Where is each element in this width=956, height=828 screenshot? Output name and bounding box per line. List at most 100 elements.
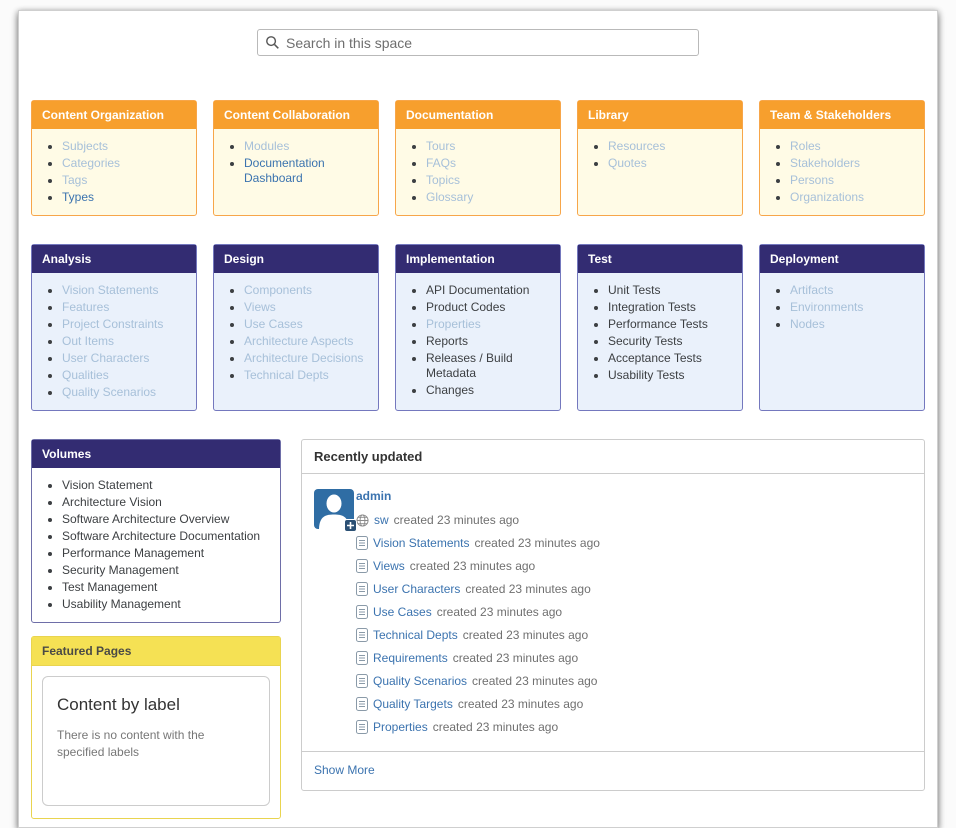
panel-list-item: Releases / Build Metadata bbox=[426, 350, 560, 382]
panel-list: Resources Quotes bbox=[578, 138, 742, 172]
panel-list: Vision Statements Features Project Const… bbox=[32, 282, 196, 401]
page-link[interactable]: Environments bbox=[790, 300, 863, 314]
panel-list-item: Security Management bbox=[62, 562, 280, 579]
recent-page-link[interactable]: Vision Statements bbox=[373, 536, 470, 550]
page-link[interactable]: Use Cases bbox=[244, 317, 303, 331]
panel-list-item: Product Codes bbox=[426, 299, 560, 316]
page-link[interactable]: Quality Scenarios bbox=[62, 385, 156, 399]
page-icon bbox=[356, 536, 368, 550]
panel-list-item: Environments bbox=[790, 299, 924, 316]
entry-meta: created 23 minutes ago bbox=[465, 582, 590, 596]
panel-list-item: Out Items bbox=[62, 333, 196, 350]
page-link[interactable]: Out Items bbox=[62, 334, 114, 348]
recent-page-link[interactable]: User Characters bbox=[373, 582, 460, 596]
page-link[interactable]: Features bbox=[62, 300, 109, 314]
page-icon bbox=[356, 582, 368, 596]
recently-updated-panel: Recently updated admin bbox=[301, 439, 925, 791]
recent-page-link[interactable]: Quality Targets bbox=[373, 697, 453, 711]
panel-list-item: Glossary bbox=[426, 189, 560, 206]
recent-page-link[interactable]: sw bbox=[374, 513, 389, 527]
panel-list-item: Reports bbox=[426, 333, 560, 350]
page-link[interactable]: Categories bbox=[62, 156, 120, 170]
user-link[interactable]: admin bbox=[356, 489, 391, 503]
avatar[interactable] bbox=[314, 489, 354, 529]
show-more-link[interactable]: Show More bbox=[314, 763, 375, 777]
page-link[interactable]: Properties bbox=[426, 317, 481, 331]
panel-list-item: Vision Statement bbox=[62, 477, 280, 494]
page-link[interactable]: Qualities bbox=[62, 368, 109, 382]
page-link[interactable]: FAQs bbox=[426, 156, 456, 170]
panel-list-item: Performance Management bbox=[62, 545, 280, 562]
item-text: Security Management bbox=[62, 563, 179, 577]
recent-entry: Quality Scenarios created 23 minutes ago bbox=[356, 674, 912, 688]
panel-title: Content Organization bbox=[32, 101, 196, 129]
search-input[interactable] bbox=[257, 29, 699, 56]
recent-page-link[interactable]: Views bbox=[373, 559, 405, 573]
recently-updated-body: admin sw created 23 minutes ago Vision S… bbox=[302, 474, 924, 745]
entry-meta: created 23 minutes ago bbox=[453, 651, 578, 665]
page-link[interactable]: Roles bbox=[790, 139, 821, 153]
recent-entry: sw created 23 minutes ago bbox=[356, 513, 912, 527]
recent-page-link[interactable]: Requirements bbox=[373, 651, 448, 665]
page-link[interactable]: Nodes bbox=[790, 317, 825, 331]
search-bar bbox=[257, 29, 699, 56]
page-link[interactable]: Components bbox=[244, 283, 312, 297]
panel-list-item: Acceptance Tests bbox=[608, 350, 742, 367]
space-dashboard: Content Organization Subjects Categories… bbox=[18, 10, 938, 828]
page-icon bbox=[356, 628, 368, 642]
item-text: API Documentation bbox=[426, 283, 529, 297]
page-link[interactable]: Technical Depts bbox=[244, 368, 329, 382]
panel-list-item: Usability Tests bbox=[608, 367, 742, 384]
page-link[interactable]: User Characters bbox=[62, 351, 149, 365]
page-link[interactable]: Persons bbox=[790, 173, 834, 187]
item-text: Software Architecture Overview bbox=[62, 512, 229, 526]
panel-list-item: Features bbox=[62, 299, 196, 316]
item-text: Architecture Vision bbox=[62, 495, 162, 509]
page-link[interactable]: Resources bbox=[608, 139, 665, 153]
panel-list: Vision Statement Architecture Vision Sof… bbox=[32, 477, 280, 613]
entry-meta: created 23 minutes ago bbox=[437, 605, 562, 619]
panel-list-item: Performance Tests bbox=[608, 316, 742, 333]
item-text: Usability Management bbox=[62, 597, 181, 611]
page-link[interactable]: Vision Statements bbox=[62, 283, 159, 297]
entry-meta: created 23 minutes ago bbox=[475, 536, 600, 550]
recent-page-link[interactable]: Properties bbox=[373, 720, 428, 734]
page-link[interactable]: Views bbox=[244, 300, 276, 314]
panel-list-item: Topics bbox=[426, 172, 560, 189]
panel-title: Documentation bbox=[396, 101, 560, 129]
recent-entry: Quality Targets created 23 minutes ago bbox=[356, 697, 912, 711]
recent-page-link[interactable]: Use Cases bbox=[373, 605, 432, 619]
panel-list: Subjects Categories Tags Types bbox=[32, 138, 196, 206]
panel-list-item: Security Tests bbox=[608, 333, 742, 350]
recent-page-link[interactable]: Quality Scenarios bbox=[373, 674, 467, 688]
panel-list-item: Tours bbox=[426, 138, 560, 155]
page-link[interactable]: Stakeholders bbox=[790, 156, 860, 170]
page-link[interactable]: Types bbox=[62, 190, 94, 204]
page-link[interactable]: Topics bbox=[426, 173, 460, 187]
item-text: Software Architecture Documentation bbox=[62, 529, 260, 543]
page-link[interactable]: Modules bbox=[244, 139, 289, 153]
page-link[interactable]: Architecture Aspects bbox=[244, 334, 353, 348]
page-link[interactable]: Documentation Dashboard bbox=[244, 156, 325, 185]
panel-list-item: Vision Statements bbox=[62, 282, 196, 299]
page-icon bbox=[356, 559, 368, 573]
page-link[interactable]: Organizations bbox=[790, 190, 864, 204]
panel-list-item: FAQs bbox=[426, 155, 560, 172]
panel-list: Roles Stakeholders Persons Organizations bbox=[760, 138, 924, 206]
recent-page-link[interactable]: Technical Depts bbox=[373, 628, 458, 642]
page-link[interactable]: Quotes bbox=[608, 156, 647, 170]
item-text: Product Codes bbox=[426, 300, 505, 314]
page-link[interactable]: Project Constraints bbox=[62, 317, 163, 331]
page-link[interactable]: Tags bbox=[62, 173, 87, 187]
empty-labels-message: There is no content with the specified l… bbox=[57, 727, 252, 761]
page-icon bbox=[356, 720, 368, 734]
page-link[interactable]: Glossary bbox=[426, 190, 473, 204]
page-link[interactable]: Artifacts bbox=[790, 283, 833, 297]
page-link[interactable]: Tours bbox=[426, 139, 455, 153]
page-link[interactable]: Subjects bbox=[62, 139, 108, 153]
page-link[interactable]: Architecture Decisions bbox=[244, 351, 363, 365]
entry-meta: created 23 minutes ago bbox=[394, 513, 519, 527]
panel-list-item: Subjects bbox=[62, 138, 196, 155]
panel-title: Deployment bbox=[760, 245, 924, 273]
panel-featured-pages: Featured Pages Content by label There is… bbox=[31, 636, 281, 819]
